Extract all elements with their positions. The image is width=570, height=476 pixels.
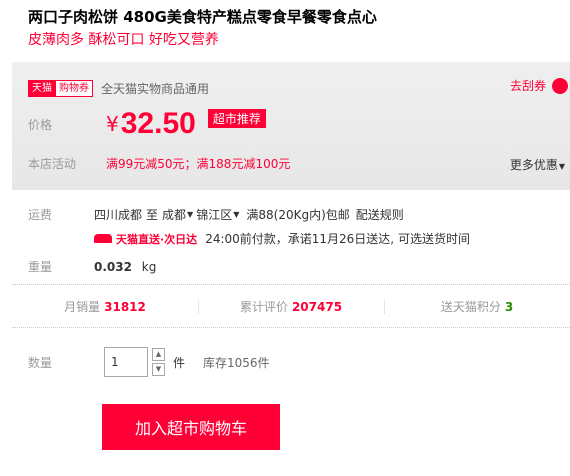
quantity-input[interactable]: 1 <box>104 347 148 377</box>
review-count-value[interactable]: 207475 <box>292 300 342 314</box>
tmall-cat-icon <box>94 234 112 243</box>
city-value[interactable]: 成都 <box>162 206 186 223</box>
quantity-label: 数量 <box>28 355 53 370</box>
promo-panel: 天猫 购物券 全天猫实物商品通用 去刮券 价格 ¥ 32.50 超市推荐 本店活… <box>12 62 570 190</box>
chevron-down-icon[interactable]: ▼ <box>233 210 239 219</box>
store-activity-row: 本店活动 满99元减50元；满188元减100元 <box>28 154 290 172</box>
monthly-sales-label: 月销量 <box>64 299 101 314</box>
tmall-points-label: 送天猫积分 <box>440 299 501 314</box>
product-subtitle: 皮薄肉多 酥松可口 好吃又营养 <box>28 32 219 48</box>
monthly-sales-value: 31812 <box>104 299 146 314</box>
weight-value: 0.032 <box>94 259 132 274</box>
decrement-button[interactable]: ▼ <box>152 363 165 376</box>
shipping-policy: 满88(20Kg内)包邮 <box>246 208 350 222</box>
shipping-label: 运费 <box>28 208 53 222</box>
weight-value-group: 0.032 kg <box>94 260 156 274</box>
shipping-origin: 四川成都 <box>94 208 143 222</box>
price-label: 价格 <box>28 117 53 132</box>
coupon-badge-icon[interactable] <box>552 77 568 94</box>
express-delivery-row: 天猫直送·次日达 24:00前付款，承诺11月26日送达, 可选送货时间 <box>94 230 470 247</box>
stock-count: 库存1056件 <box>203 355 270 370</box>
chevron-down-icon[interactable]: ▼ <box>559 162 565 171</box>
review-count[interactable]: 累计评价 207475 <box>198 298 384 315</box>
tmall-express-logo: 天猫直送·次日达 <box>94 231 197 247</box>
weight-unit: kg <box>141 259 157 274</box>
city-selector[interactable]: 成都 ▼ <box>162 206 196 223</box>
quantity-row: 数量 1 ▲ ▼ 件 库存1056件 <box>28 346 270 378</box>
shipping-to: 至 <box>146 208 159 222</box>
delivery-rules-link[interactable]: 配送规则 <box>356 206 404 223</box>
chevron-down-icon[interactable]: ▼ <box>156 365 161 373</box>
coupon-tag: 购物券 <box>56 79 93 97</box>
weight-row: 重量 0.032 kg <box>28 258 156 275</box>
coupon-row: 天猫 购物券 全天猫实物商品通用 <box>28 79 210 97</box>
quantity-stepper[interactable]: ▲ ▼ <box>152 347 165 377</box>
activity-text: 满99元减50元；满188元减100元 <box>106 156 291 171</box>
price-value: 32.50 <box>120 107 196 140</box>
quantity-unit: 件 <box>173 355 186 370</box>
get-coupon-label[interactable]: 去刮券 <box>510 77 546 94</box>
review-count-label[interactable]: 累计评价 <box>240 300 288 314</box>
tmall-points-value: 3 <box>504 299 514 314</box>
express-brand: 天猫直送·次日达 <box>116 232 198 246</box>
more-offers-label[interactable]: 更多优惠 <box>510 158 558 172</box>
tmall-tag: 天猫 <box>28 79 56 97</box>
coupon-description: 全天猫实物商品通用 <box>101 81 210 96</box>
add-to-cart-button[interactable]: 加入超市购物车 <box>102 404 280 450</box>
stats-bar: 月销量 31812 累计评价 207475 送天猫积分 3 <box>12 284 570 328</box>
chevron-up-icon[interactable]: ▲ <box>156 350 161 358</box>
district-value[interactable]: 锦江区 <box>196 206 232 223</box>
product-title: 两口子肉松饼 480G美食特产糕点零食早餐零食点心 <box>28 8 377 26</box>
increment-button[interactable]: ▲ <box>152 348 165 361</box>
monthly-sales: 月销量 31812 <box>12 298 198 315</box>
get-coupon-link[interactable]: 去刮券 <box>510 77 568 94</box>
weight-label: 重量 <box>28 260 53 274</box>
supermarket-recommend-badge: 超市推荐 <box>207 108 266 128</box>
shipping-row: 运费 四川成都 至 成都 ▼ 锦江区 ▼ 满88(20Kg内)包邮 配送规则 <box>28 206 404 223</box>
chevron-down-icon[interactable]: ▼ <box>187 210 193 219</box>
district-selector[interactable]: 锦江区 ▼ <box>196 206 242 223</box>
price-row: 价格 ¥ 32.50 超市推荐 <box>28 106 266 142</box>
more-offers-link[interactable]: 更多优惠▼ <box>510 156 568 173</box>
currency-symbol: ¥ <box>106 112 119 136</box>
activity-label: 本店活动 <box>28 156 77 171</box>
express-text: 24:00前付款，承诺11月26日送达, 可选送货时间 <box>205 232 470 246</box>
tmall-points: 送天猫积分 3 <box>384 298 570 315</box>
